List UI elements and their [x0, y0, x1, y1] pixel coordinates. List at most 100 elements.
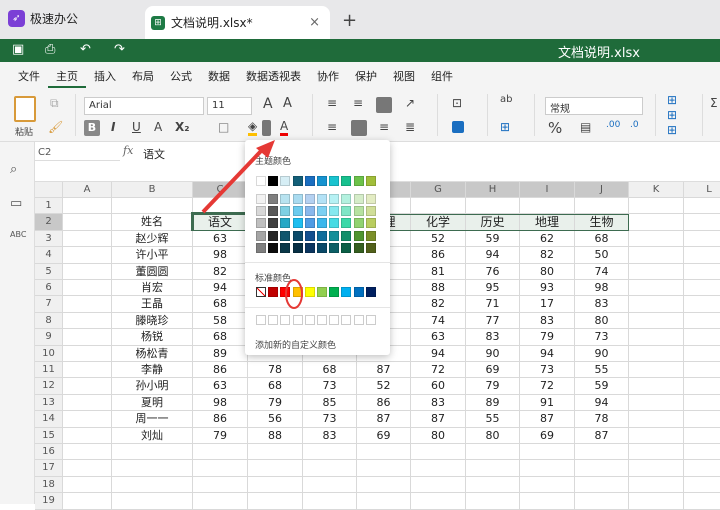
- cell[interactable]: [629, 427, 684, 444]
- custom-color-slot[interactable]: [353, 315, 364, 325]
- cell[interactable]: 73: [303, 378, 357, 395]
- cell[interactable]: [684, 362, 720, 379]
- cell[interactable]: [629, 198, 684, 215]
- cell[interactable]: [629, 460, 684, 477]
- merge-icon[interactable]: ⊡: [452, 96, 462, 110]
- cell[interactable]: 86: [357, 394, 411, 412]
- theme-shade-swatch[interactable]: [365, 206, 376, 217]
- standard-color-swatch[interactable]: [280, 287, 291, 297]
- theme-shade-swatch[interactable]: [292, 194, 303, 204]
- align-middle-icon[interactable]: ≡: [353, 96, 363, 110]
- no-fill-swatch[interactable]: [256, 287, 266, 297]
- row-header[interactable]: 17: [35, 460, 63, 477]
- add-custom-color-link[interactable]: 添加新的自定义颜色: [255, 338, 336, 351]
- theme-shade-swatch[interactable]: [353, 194, 364, 204]
- tab-document[interactable]: ⊞ 文档说明.xlsx* ×: [145, 6, 330, 39]
- cell[interactable]: [248, 476, 303, 494]
- cell[interactable]: 90: [466, 345, 520, 362]
- cell[interactable]: 82: [520, 247, 575, 264]
- cell[interactable]: [575, 460, 629, 477]
- column-header[interactable]: J: [575, 182, 629, 199]
- cell[interactable]: [411, 460, 466, 477]
- cell[interactable]: [466, 476, 520, 494]
- cell[interactable]: [112, 476, 193, 494]
- copy-icon[interactable]: ⧉: [50, 96, 59, 111]
- cell[interactable]: 83: [411, 394, 466, 412]
- theme-color-swatch[interactable]: [256, 176, 266, 186]
- cell[interactable]: [63, 230, 112, 248]
- cell[interactable]: [112, 493, 193, 510]
- cell[interactable]: [303, 476, 357, 494]
- cell[interactable]: [684, 476, 720, 494]
- theme-shade-swatch[interactable]: [256, 230, 266, 241]
- cell[interactable]: [248, 444, 303, 461]
- theme-shade-swatch[interactable]: [329, 218, 340, 229]
- table-format-icon[interactable]: ⊞: [500, 120, 510, 134]
- cell[interactable]: [357, 493, 411, 510]
- header-cell[interactable]: [684, 214, 720, 231]
- cell[interactable]: 80: [466, 427, 520, 444]
- theme-shade-swatch[interactable]: [353, 218, 364, 229]
- cell[interactable]: 95: [466, 280, 520, 297]
- row-header[interactable]: 2: [35, 214, 63, 231]
- cell[interactable]: 93: [520, 280, 575, 297]
- format-cells-icon[interactable]: ⊞: [667, 123, 677, 137]
- insert-cells-icon[interactable]: ⊞: [667, 93, 677, 107]
- cell[interactable]: [112, 460, 193, 477]
- cell[interactable]: [684, 427, 720, 444]
- theme-color-swatch[interactable]: [353, 176, 364, 186]
- menu-item[interactable]: 保护: [347, 62, 385, 88]
- cell[interactable]: [357, 460, 411, 477]
- cell[interactable]: 80: [575, 312, 629, 330]
- theme-shade-swatch[interactable]: [256, 242, 266, 253]
- cell[interactable]: [411, 198, 466, 215]
- cell[interactable]: 52: [357, 378, 411, 395]
- row-header[interactable]: 8: [35, 312, 63, 330]
- theme-color-swatch[interactable]: [341, 176, 352, 186]
- cell[interactable]: 82: [193, 263, 248, 280]
- save-icon[interactable]: ▣: [12, 42, 24, 57]
- theme-shade-swatch[interactable]: [256, 206, 266, 217]
- cell[interactable]: 88: [411, 280, 466, 297]
- cell[interactable]: [575, 493, 629, 510]
- cell[interactable]: [684, 263, 720, 280]
- standard-color-swatch[interactable]: [329, 287, 340, 297]
- theme-color-swatch[interactable]: [317, 176, 327, 186]
- menu-item[interactable]: 协作: [309, 62, 347, 88]
- theme-shade-swatch[interactable]: [280, 242, 291, 253]
- cell[interactable]: [193, 460, 248, 477]
- theme-shade-swatch[interactable]: [292, 218, 303, 229]
- currency-icon[interactable]: ▤: [580, 120, 591, 134]
- cell[interactable]: [684, 345, 720, 362]
- row-header[interactable]: 3: [35, 230, 63, 248]
- function-icon[interactable]: fx: [123, 144, 133, 157]
- row-header[interactable]: 18: [35, 476, 63, 494]
- header-cell[interactable]: 语文: [191, 212, 250, 233]
- column-header[interactable]: C: [193, 182, 248, 199]
- custom-color-slot[interactable]: [292, 315, 303, 325]
- cell[interactable]: 52: [411, 230, 466, 248]
- shrink-font-button[interactable]: A: [283, 96, 292, 111]
- cell[interactable]: 94: [193, 280, 248, 297]
- cell[interactable]: 79: [193, 427, 248, 444]
- standard-color-swatch[interactable]: [268, 287, 279, 297]
- cell[interactable]: 83: [303, 427, 357, 444]
- redo-icon[interactable]: ↷: [114, 42, 125, 57]
- font-name-select[interactable]: Arial: [84, 97, 204, 115]
- cell[interactable]: [684, 493, 720, 510]
- cell[interactable]: 94: [411, 345, 466, 362]
- cell[interactable]: [63, 394, 112, 412]
- justify-icon[interactable]: ≣: [405, 120, 415, 134]
- custom-color-slot[interactable]: [280, 315, 291, 325]
- cell[interactable]: [248, 493, 303, 510]
- cell[interactable]: 86: [411, 247, 466, 264]
- cell[interactable]: [112, 444, 193, 461]
- cell[interactable]: 68: [303, 362, 357, 379]
- comment-icon[interactable]: ▭: [10, 196, 22, 211]
- cell[interactable]: [520, 198, 575, 215]
- menu-item[interactable]: 主页: [48, 62, 86, 88]
- header-cell[interactable]: 化学: [411, 214, 466, 231]
- theme-color-swatch[interactable]: [268, 176, 279, 186]
- row-header[interactable]: 14: [35, 411, 63, 428]
- cell[interactable]: 68: [575, 230, 629, 248]
